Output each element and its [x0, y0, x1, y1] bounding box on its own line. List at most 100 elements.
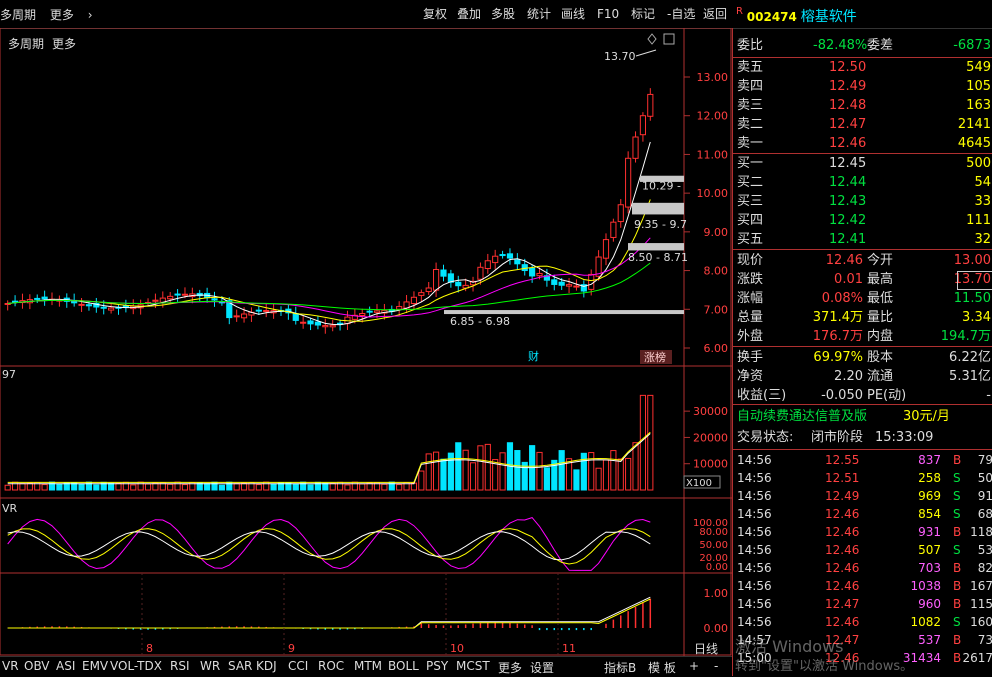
volume-bar: [425, 453, 432, 491]
macd-bars: [14, 598, 652, 631]
price-zone-bar: [628, 243, 684, 251]
tick-row: 14:56 12.46 703 B 82: [737, 561, 992, 575]
quote-row-huanshou: 换手 69.97% 股本 6.22亿: [737, 350, 991, 365]
candle-body: [314, 321, 322, 326]
indicator-tab-12[interactable]: BOLL: [388, 659, 419, 673]
quote-row-jingzi: 净资 2.20 流通 5.31亿: [737, 369, 991, 384]
volume-tick-label: 30000: [693, 405, 728, 418]
period-button[interactable]: 多周期: [0, 8, 36, 22]
indicator-tab-6[interactable]: WR: [200, 659, 220, 673]
volume-bar: [543, 467, 550, 491]
candle-body: [632, 136, 639, 159]
indicator-b-button[interactable]: 指标B: [604, 659, 636, 676]
more-title: 更多: [52, 37, 76, 51]
indicator-tab-4[interactable]: VOL-TDX: [110, 659, 162, 673]
toolbar-btn-1[interactable]: 叠加: [454, 5, 484, 23]
toolbar-btn-5[interactable]: F10: [594, 5, 622, 23]
indicator-tab-5[interactable]: RSI: [170, 659, 190, 673]
pane-toggle-icon[interactable]: [663, 33, 675, 45]
indicator-tab-10[interactable]: ROC: [318, 659, 344, 673]
kdj-tick-label: 0.00: [706, 562, 728, 573]
volume-bar: [536, 451, 543, 491]
indicator-tab-14[interactable]: MCST: [456, 659, 490, 673]
kdj-pane-label: VR: [2, 502, 18, 515]
indicator-tab-13[interactable]: PSY: [426, 659, 448, 673]
candle-body: [647, 93, 654, 117]
diamond-icon[interactable]: [647, 33, 657, 45]
indicator-tab-1[interactable]: OBV: [24, 659, 50, 673]
candle-body: [108, 307, 115, 311]
tick-row: 14:56 12.46 1038 B 167: [737, 579, 992, 593]
indicator-tab-2[interactable]: ASI: [56, 659, 75, 673]
zoom-in-button[interactable]: +: [689, 659, 699, 673]
stock-code: 002474: [746, 10, 797, 24]
limit-up-badge[interactable]: 涨榜: [644, 350, 666, 364]
price-tick-label: 8.00: [704, 265, 729, 278]
volume-bars: [4, 394, 654, 491]
zoom-out-button[interactable]: -: [714, 659, 718, 673]
template-button[interactable]: 模 板: [648, 659, 676, 676]
candle-body: [484, 260, 491, 270]
volume-bar: [108, 482, 115, 491]
toolbar-btn-0[interactable]: 复权: [420, 5, 450, 23]
volume-tick-label: 10000: [693, 458, 728, 471]
volume-bar: [167, 483, 174, 491]
tick-row: 14:56 12.47 960 B 115: [737, 597, 992, 611]
volume-bar: [418, 470, 425, 491]
toolbar-btn-6[interactable]: 标记: [628, 5, 658, 23]
sell-row: 卖一 12.46 4645: [737, 136, 991, 151]
indicator-tab-8[interactable]: KDJ: [256, 659, 277, 673]
volume-bar: [396, 484, 403, 491]
volume-bar: [381, 483, 388, 491]
quote-row-zongliang: 总量 371.4万 量比 3.34: [737, 310, 991, 325]
indicator-tab-7[interactable]: SAR: [228, 659, 252, 673]
tick-row: 14:56 12.51 258 S 50: [737, 471, 992, 485]
high-price-box: [957, 271, 992, 290]
volume-bar: [270, 483, 277, 491]
volume-bar: [322, 482, 329, 491]
price-tick-label: 9.00: [704, 226, 729, 239]
toolbar-btn-4[interactable]: 画线: [558, 5, 588, 23]
volume-bar: [647, 394, 654, 491]
toolbar-btn-8[interactable]: 返回: [700, 5, 730, 23]
toolbar-btn-3[interactable]: 统计: [524, 5, 554, 23]
candles: [4, 88, 654, 334]
top-toolbar: 多周期 更多 › 复权 叠加 多股 统计 画线 F10 标记 -自选 返回 R 002474 榕…: [0, 0, 992, 29]
kline-chart[interactable]: 13.00 12.00 11.00 10.00 9.00 8.00 7.00 6.00 多周期更…: [0, 28, 732, 656]
candle-body: [152, 299, 159, 302]
indicator-tab-16[interactable]: 设置: [530, 659, 554, 676]
volume-bar: [56, 483, 63, 491]
price-tick-label: 12.00: [697, 110, 729, 123]
indicator-tab-0[interactable]: VR: [2, 659, 19, 673]
quote-row-shouyi: 收益(三) -0.050 PE(动) -: [737, 388, 991, 403]
volume-bar: [344, 484, 351, 491]
indicator-tabs-bar: VR OBV ASI EMV VOL-TDX RSI WR SAR KDJ CCI ROC MTM BO…: [0, 656, 732, 677]
candle-body: [233, 315, 240, 318]
volume-bar: [130, 484, 137, 491]
volume-bar: [462, 449, 469, 491]
trade-status-row: 交易状态: 闭市阶段 15:33:09: [737, 430, 934, 445]
tick-row: 14:56 12.46 854 S 68: [737, 507, 992, 521]
tick-row: 14:56 12.55 837 B 79: [737, 453, 992, 467]
quote-row-xianjia: 现价 12.46 今开 13.00: [737, 253, 991, 268]
toolbar-btn-7[interactable]: -自选: [664, 5, 698, 23]
candle-body: [329, 324, 336, 328]
finance-badge[interactable]: 财: [528, 349, 539, 363]
promo-row[interactable]: 自动续费通达信普及版 30元/月: [733, 407, 992, 426]
daily-line-label[interactable]: 日线: [694, 640, 718, 657]
indicator-tab-3[interactable]: EMV: [82, 659, 108, 673]
candle-body: [499, 254, 506, 257]
buy-row: 买三 12.43 33: [737, 194, 991, 209]
candle-body: [418, 292, 425, 296]
indicator-tab-9[interactable]: CCI: [288, 659, 308, 673]
candle-body: [34, 297, 41, 300]
indicator-tab-15[interactable]: 更多: [498, 659, 522, 676]
toolbar-btn-2[interactable]: 多股: [488, 5, 518, 23]
candle-body: [211, 298, 218, 301]
more-period-button[interactable]: 更多: [50, 8, 74, 22]
windows-watermark: 激活 Windows: [735, 637, 844, 656]
indicator-tab-11[interactable]: MTM: [354, 659, 382, 673]
tick-row: 14:56 12.46 507 S 53: [737, 543, 992, 557]
candle-body: [396, 306, 403, 310]
candle-body: [263, 309, 270, 312]
